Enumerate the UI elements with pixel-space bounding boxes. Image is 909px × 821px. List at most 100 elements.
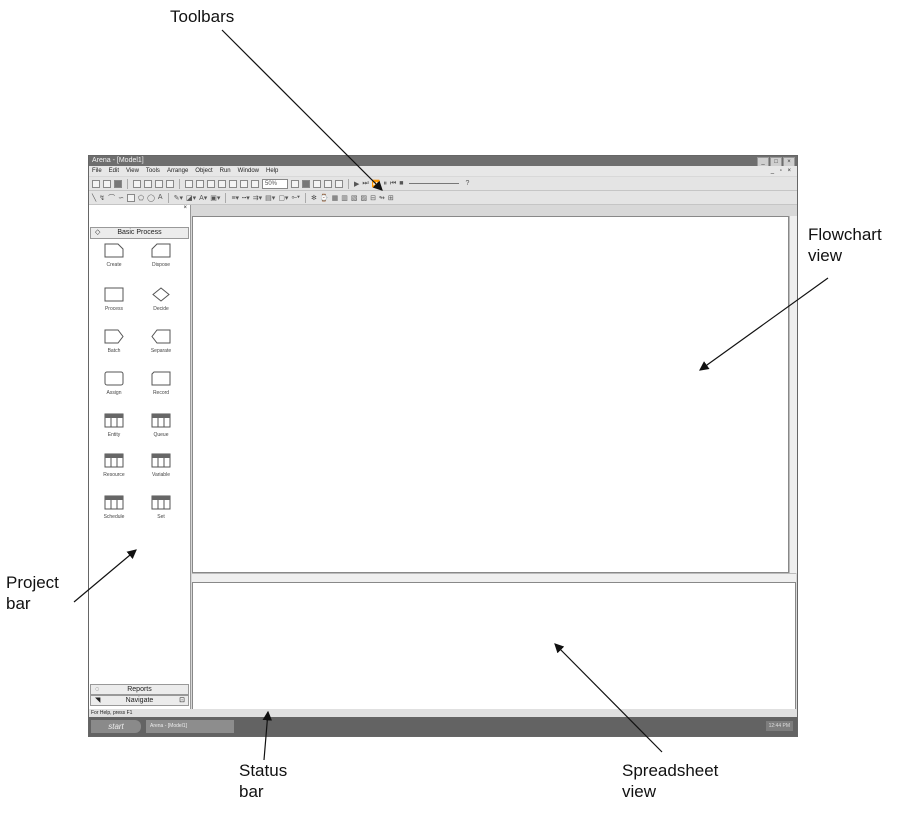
menu-object[interactable]: Object bbox=[195, 166, 212, 176]
box-icon[interactable] bbox=[126, 193, 135, 202]
arrow-style-icon[interactable]: ⇉▾ bbox=[253, 194, 262, 202]
start-over-icon[interactable]: ⏮ bbox=[390, 180, 396, 188]
module-batch[interactable]: Batch bbox=[93, 329, 135, 354]
arc-icon[interactable]: ⌒ bbox=[108, 193, 115, 203]
flowchart-vertical-scrollbar[interactable] bbox=[789, 216, 797, 573]
attach-icon[interactable] bbox=[133, 179, 141, 188]
line-icon[interactable]: ╲ bbox=[92, 194, 96, 202]
basic-process-panel-header[interactable]: ◇ Basic Process bbox=[90, 227, 189, 239]
fast-forward-icon[interactable]: ⏩ bbox=[372, 180, 381, 188]
menu-window[interactable]: Window bbox=[238, 166, 259, 176]
standard-toolbar: 50% ▶ ⏭ ⏩ ⏸ ⏮ ■ ? bbox=[89, 177, 797, 191]
project-bar-close-icon[interactable]: × bbox=[183, 205, 187, 211]
navigate-panel-header[interactable]: ◥ Navigate ⊡ bbox=[90, 695, 189, 706]
station-icon[interactable]: ⊞ bbox=[388, 194, 394, 202]
paste-icon[interactable] bbox=[207, 179, 215, 188]
menu-view[interactable]: View bbox=[126, 166, 139, 176]
reports-panel-header[interactable]: ◌ Reports bbox=[90, 684, 189, 695]
copy-icon[interactable] bbox=[196, 179, 204, 188]
start-button[interactable]: start bbox=[91, 720, 141, 733]
mdi-controls[interactable]: _ ▫ × bbox=[771, 166, 793, 176]
module-set[interactable]: Set bbox=[140, 495, 182, 520]
connect-icon[interactable] bbox=[302, 179, 311, 188]
new-icon[interactable] bbox=[92, 179, 100, 188]
submodel-icon[interactable] bbox=[324, 179, 333, 188]
resource-icon[interactable]: ⊟ bbox=[370, 194, 376, 202]
module-schedule[interactable]: Schedule bbox=[93, 495, 135, 520]
module-dispose[interactable]: Dispose bbox=[140, 243, 182, 268]
module-assign[interactable]: Assign bbox=[93, 371, 135, 396]
connector-style-icon[interactable]: ⟜▾ bbox=[291, 194, 300, 202]
menu-file[interactable]: File bbox=[92, 166, 102, 176]
module-resource[interactable]: Resource bbox=[93, 453, 135, 478]
window-color-icon[interactable]: ▣▾ bbox=[210, 194, 220, 202]
create-shape-icon bbox=[104, 243, 124, 258]
text-icon[interactable]: A bbox=[158, 194, 163, 201]
cut-icon[interactable] bbox=[185, 179, 193, 188]
view-icon[interactable] bbox=[335, 179, 344, 188]
assign-shape-icon bbox=[104, 371, 124, 386]
zoom-icon[interactable] bbox=[251, 179, 259, 188]
menu-tools[interactable]: Tools bbox=[146, 166, 160, 176]
whats-this-icon[interactable]: ? bbox=[465, 180, 469, 187]
flowchart-view[interactable] bbox=[192, 216, 789, 573]
ellipse-icon[interactable]: ◯ bbox=[147, 194, 155, 202]
play-icon[interactable]: ▶ bbox=[354, 180, 359, 188]
level-icon[interactable]: ▥ bbox=[341, 194, 348, 202]
flowchart-horizontal-scrollbar[interactable] bbox=[192, 573, 796, 582]
module-create[interactable]: Create bbox=[93, 243, 135, 268]
status-bar: For Help, press F1 bbox=[89, 709, 797, 717]
module-entity[interactable]: Entity bbox=[93, 413, 135, 438]
line-color-icon[interactable]: ✎▾ bbox=[174, 194, 183, 202]
variable-table-icon bbox=[151, 453, 171, 468]
module-decide[interactable]: Decide bbox=[140, 287, 182, 312]
status-text: For Help, press F1 bbox=[91, 710, 133, 716]
module-queue[interactable]: Queue bbox=[140, 413, 182, 438]
save-icon[interactable] bbox=[114, 179, 122, 188]
taskbar-item-arena[interactable]: Arena - [Model1] bbox=[146, 720, 234, 733]
fill-color-icon[interactable]: ◪▾ bbox=[186, 194, 196, 202]
resource-table-icon bbox=[104, 453, 124, 468]
menu-run[interactable]: Run bbox=[220, 166, 231, 176]
text-color-icon[interactable]: A▾ bbox=[199, 194, 207, 202]
bezier-icon[interactable]: ∽ bbox=[118, 194, 124, 202]
line-style-icon[interactable]: ┅▾ bbox=[242, 194, 250, 202]
fill-pattern-icon[interactable]: ▤▾ bbox=[265, 194, 275, 202]
print-preview-icon[interactable] bbox=[166, 179, 174, 188]
check-model-icon[interactable] bbox=[313, 179, 322, 188]
polygon-icon[interactable]: ⬠ bbox=[138, 194, 144, 202]
step-icon[interactable]: ⏭ bbox=[362, 180, 368, 188]
module-separate[interactable]: Separate bbox=[140, 329, 182, 354]
layers-toggle-icon[interactable] bbox=[291, 179, 300, 188]
route-icon[interactable]: ↬ bbox=[379, 194, 385, 202]
print-icon[interactable] bbox=[155, 179, 163, 188]
navigate-expand-icon[interactable]: ⊡ bbox=[179, 696, 185, 705]
detach-icon[interactable] bbox=[144, 179, 152, 188]
module-record[interactable]: Record bbox=[140, 371, 182, 396]
stop-icon[interactable]: ■ bbox=[399, 180, 403, 187]
menu-help[interactable]: Help bbox=[266, 166, 278, 176]
spreadsheet-view[interactable] bbox=[192, 582, 796, 710]
date-icon[interactable]: ▦ bbox=[332, 194, 339, 202]
open-icon[interactable] bbox=[103, 179, 111, 188]
shadow-icon[interactable]: ▢▾ bbox=[278, 194, 288, 202]
animate-icon[interactable]: ✻ bbox=[311, 194, 317, 202]
system-clock: 12:44 PM bbox=[765, 721, 793, 731]
decide-shape-icon bbox=[152, 287, 170, 302]
clock-icon[interactable]: ⌚ bbox=[320, 194, 329, 202]
pause-icon[interactable]: ⏸ bbox=[383, 180, 387, 188]
module-process[interactable]: Process bbox=[93, 287, 135, 312]
menu-edit[interactable]: Edit bbox=[109, 166, 119, 176]
line-width-icon[interactable]: ≡▾ bbox=[231, 194, 239, 202]
module-variable[interactable]: Variable bbox=[140, 453, 182, 478]
animation-speed-slider[interactable] bbox=[409, 183, 460, 184]
undo-icon[interactable] bbox=[218, 179, 226, 188]
menu-arrange[interactable]: Arrange bbox=[167, 166, 188, 176]
polyline-icon[interactable]: ↯ bbox=[99, 194, 105, 202]
histogram-icon[interactable]: ▧ bbox=[351, 194, 358, 202]
batch-shape-icon bbox=[104, 329, 124, 344]
plot-icon[interactable]: ▨ bbox=[360, 194, 367, 202]
zoom-select[interactable]: 50% bbox=[262, 178, 289, 189]
layers-icon[interactable] bbox=[240, 179, 248, 188]
redo-icon[interactable] bbox=[229, 179, 237, 188]
